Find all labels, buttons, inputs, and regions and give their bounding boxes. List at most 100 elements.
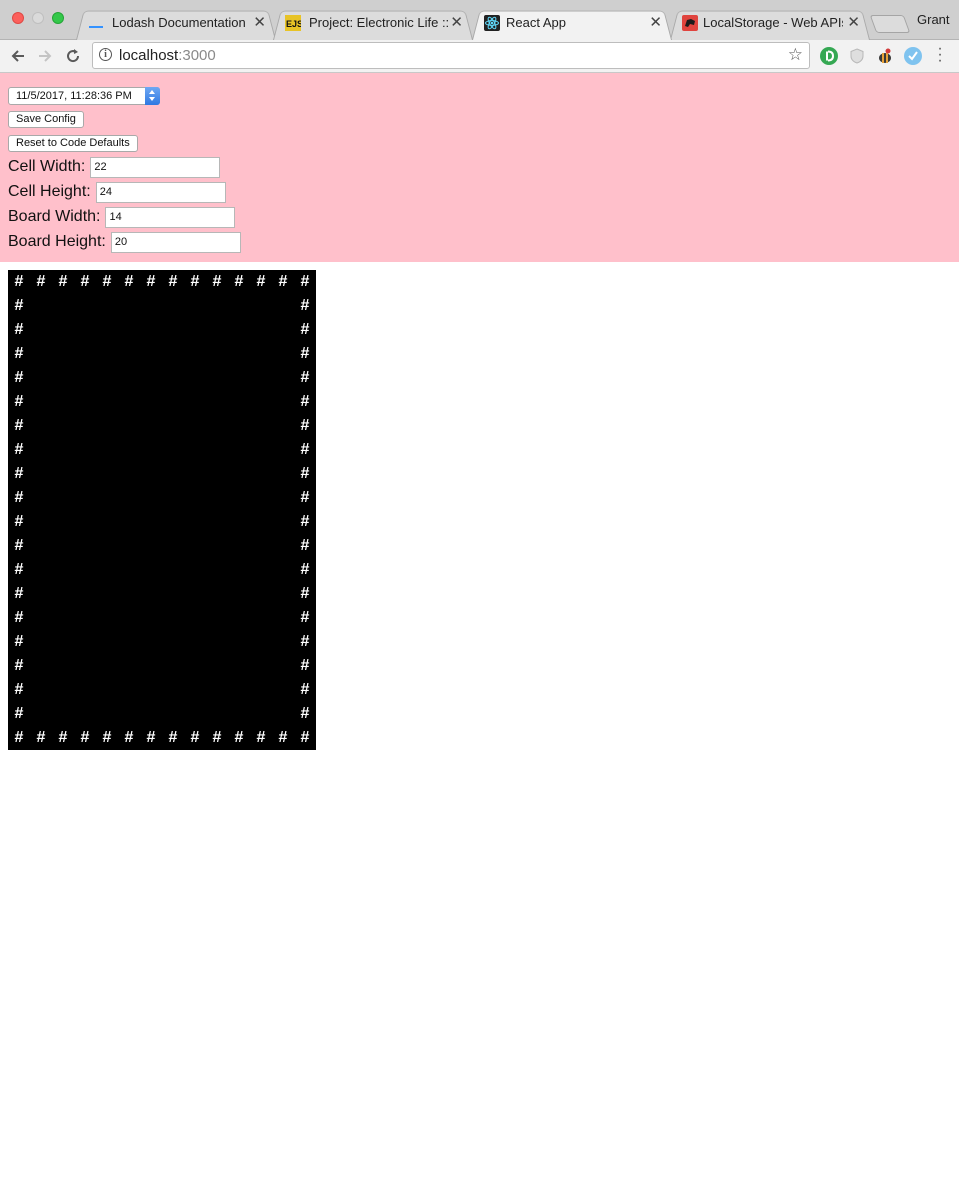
wall-cell: #: [14, 537, 24, 554]
reset-defaults-button[interactable]: Reset to Code Defaults: [8, 135, 138, 152]
board-height-label: Board Height:: [8, 233, 106, 250]
board-height-input[interactable]: 20: [110, 231, 241, 253]
save-config-button[interactable]: Save Config: [8, 111, 84, 128]
wall-cell: #: [300, 609, 310, 626]
close-icon[interactable]: ✕: [847, 13, 860, 31]
board-height-row: Board Height: 20: [8, 231, 241, 253]
wall-cell: #: [14, 321, 24, 338]
saved-config-value: 11/5/2017, 11:28:36 PM: [16, 90, 132, 102]
wall-cell: #: [80, 729, 90, 746]
bookmark-star-icon[interactable]: ☆: [788, 45, 803, 65]
new-tab-button[interactable]: [869, 15, 911, 33]
wall-cell: #: [300, 537, 310, 554]
minimize-window-button[interactable]: [32, 12, 44, 24]
cell-width-input[interactable]: 22: [90, 156, 221, 178]
wall-cell: #: [14, 633, 24, 650]
config-panel: 11/5/2017, 11:28:36 PM Save Config Reset…: [0, 73, 959, 262]
wall-cell: #: [14, 345, 24, 362]
wall-cell: #: [300, 369, 310, 386]
back-arrow-icon[interactable]: [6, 44, 30, 68]
wall-cell: #: [14, 273, 24, 290]
tab-localstorage[interactable]: LocalStorage - Web APIs ✕: [670, 8, 870, 41]
shield-icon[interactable]: [848, 47, 866, 65]
url-text: localhost:3000: [119, 47, 216, 64]
svg-text:EJS: EJS: [286, 19, 301, 29]
info-icon[interactable]: i: [99, 48, 112, 61]
wall-cell: #: [102, 729, 112, 746]
menu-dots-icon[interactable]: · · ·: [935, 41, 945, 69]
wall-cell: #: [256, 273, 266, 290]
tab-electronic-life[interactable]: EJS Project: Electronic Life :: ✕: [273, 8, 473, 41]
wall-cell: #: [256, 729, 266, 746]
wall-cell: #: [300, 417, 310, 434]
wall-cell: #: [300, 441, 310, 458]
wall-cell: #: [14, 465, 24, 482]
select-arrows-icon: [145, 87, 160, 105]
tab-title: React App: [506, 15, 566, 30]
board-width-input[interactable]: 14: [105, 206, 236, 228]
tab-title: Project: Electronic Life ::: [309, 15, 449, 30]
wall-cell: #: [300, 273, 310, 290]
wall-cell: #: [14, 657, 24, 674]
react-icon: [484, 15, 500, 31]
saved-config-select[interactable]: 11/5/2017, 11:28:36 PM: [8, 87, 160, 105]
wall-cell: #: [190, 729, 200, 746]
world-board: # # # # # # # # # # # # # # # # # # # # # # # # # # # # # # # # # # # # # # # #…: [8, 270, 316, 750]
wall-cell: #: [14, 369, 24, 386]
ejs-icon: EJS: [285, 15, 303, 31]
wall-cell: #: [14, 729, 24, 746]
wall-cell: #: [300, 657, 310, 674]
address-bar[interactable]: i localhost:3000 ☆: [92, 42, 810, 69]
wall-cell: #: [36, 273, 46, 290]
wall-cell: #: [234, 729, 244, 746]
wall-cell: #: [14, 489, 24, 506]
wall-cell: #: [300, 321, 310, 338]
extension-check-icon[interactable]: [904, 47, 922, 65]
cell-height-input[interactable]: 24: [95, 181, 226, 203]
cell-width-row: Cell Width: 22: [8, 156, 221, 178]
board-width-label: Board Width:: [8, 208, 101, 225]
wall-cell: #: [124, 273, 134, 290]
wall-cell: #: [300, 513, 310, 530]
extension-d-icon[interactable]: [820, 47, 838, 65]
wall-cell: #: [14, 417, 24, 434]
wall-cell: #: [300, 585, 310, 602]
url-port: :3000: [178, 47, 216, 64]
profile-name[interactable]: Grant: [917, 12, 950, 27]
close-icon[interactable]: ✕: [253, 13, 266, 31]
zoom-window-button[interactable]: [52, 12, 64, 24]
wall-cell: #: [14, 561, 24, 578]
wall-cell: #: [14, 585, 24, 602]
close-icon[interactable]: ✕: [450, 13, 463, 31]
reload-icon[interactable]: [61, 44, 85, 68]
wall-cell: #: [80, 273, 90, 290]
url-host: localhost: [119, 47, 179, 64]
wall-cell: #: [234, 273, 244, 290]
wall-cell: #: [102, 273, 112, 290]
tab-title: Lodash Documentation: [112, 15, 246, 30]
forward-arrow-icon[interactable]: [33, 44, 57, 68]
wall-cell: #: [36, 729, 46, 746]
wall-cell: #: [278, 273, 288, 290]
tab-title: LocalStorage - Web APIs: [703, 15, 843, 30]
wall-cell: #: [58, 729, 68, 746]
wall-cell: #: [14, 441, 24, 458]
extension-bee-icon[interactable]: [876, 47, 894, 65]
cell-height-label: Cell Height:: [8, 183, 91, 200]
wall-cell: #: [146, 273, 156, 290]
close-window-button[interactable]: [12, 12, 24, 24]
wall-cell: #: [300, 297, 310, 314]
tab-lodash[interactable]: Lodash Documentation ✕: [76, 8, 276, 41]
wall-cell: #: [300, 465, 310, 482]
wall-cell: #: [300, 561, 310, 578]
tab-strip: Lodash Documentation ✕ EJS Project: Elec…: [0, 0, 959, 41]
wall-cell: #: [168, 729, 178, 746]
wall-cell: #: [212, 273, 222, 290]
tab-react-app[interactable]: React App ✕: [472, 8, 672, 41]
wall-cell: #: [190, 273, 200, 290]
board-width-row: Board Width: 14: [8, 206, 236, 228]
wall-cell: #: [14, 297, 24, 314]
wall-cell: #: [146, 729, 156, 746]
wall-cell: #: [168, 273, 178, 290]
close-icon[interactable]: ✕: [649, 13, 662, 31]
